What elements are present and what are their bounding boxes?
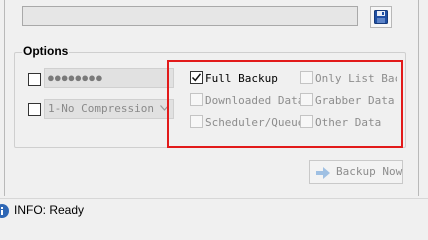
scheduler-queue-checkbox[interactable] [190, 115, 203, 128]
full-backup-checkbox[interactable] [190, 71, 203, 84]
window-frame-left [4, 0, 5, 196]
password-masked-value: ●●●●●●●● [47, 70, 103, 85]
options-title: Options [22, 44, 70, 58]
status-text: INFO: Ready [14, 203, 85, 217]
password-field[interactable]: ●●●●●●●● [44, 68, 174, 88]
other-data-checkbox[interactable] [300, 115, 313, 128]
downloaded-data-checkbox[interactable] [190, 93, 203, 106]
floppy-disk-icon [374, 10, 388, 24]
grabber-data-checkbox[interactable] [300, 93, 313, 106]
backup-now-label: Backup Now [336, 165, 403, 178]
checkmark-icon [191, 73, 202, 82]
full-backup-label: Full Backup [205, 72, 278, 85]
compression-selected-value: 1-No Compression [48, 102, 154, 115]
other-data-label: Other Data [315, 116, 382, 129]
scheduler-queue-label: Scheduler/Queue [205, 116, 305, 129]
compression-checkbox[interactable] [28, 103, 41, 116]
status-bar: INFO: Ready [0, 198, 428, 222]
info-icon [0, 204, 9, 218]
compression-select[interactable]: 1-No Compression [44, 99, 174, 119]
grabber-data-label: Grabber Data [315, 94, 395, 107]
arrow-right-icon [316, 167, 330, 179]
downloaded-data-label: Downloaded Data [205, 94, 305, 107]
save-button[interactable] [370, 6, 392, 28]
window-frame-right [418, 0, 419, 196]
backup-path-input[interactable] [22, 6, 358, 26]
backup-now-button[interactable]: Backup Now [309, 160, 403, 184]
password-checkbox[interactable] [28, 73, 41, 86]
only-list-backup-label: Only List Back [315, 72, 397, 85]
only-list-backup-checkbox[interactable] [300, 71, 313, 84]
